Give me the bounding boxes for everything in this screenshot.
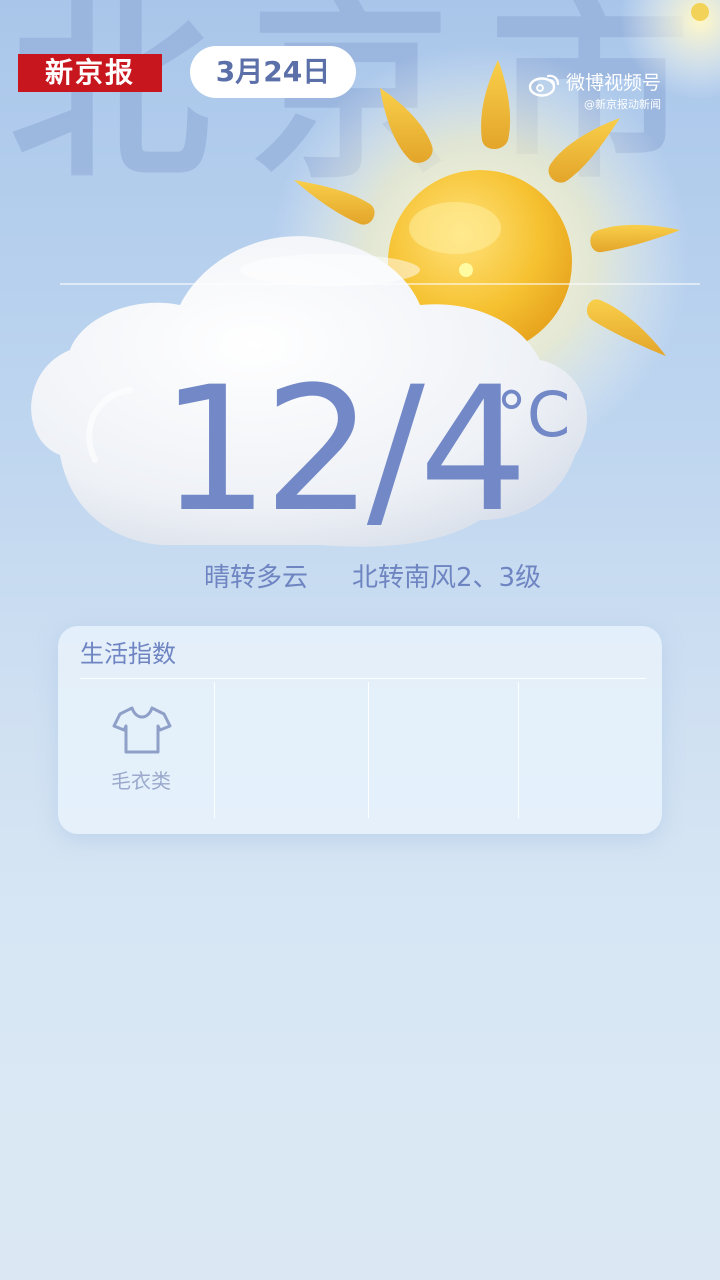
- card-divider: [80, 678, 646, 679]
- life-index-item-label: 毛衣类: [111, 769, 171, 793]
- weather-summary: 晴转多云 北转南风2、3级: [204, 560, 541, 596]
- xinjingbao-logo: 新京报: [18, 54, 162, 92]
- life-index-card: 生活指数 毛衣类: [58, 626, 662, 834]
- temperature-range: 12/4: [160, 349, 528, 550]
- weibo-account-name: @新京报动新闻: [584, 98, 661, 111]
- weibo-logo-icon: [528, 74, 560, 97]
- temperature-unit: °C: [496, 378, 571, 451]
- column-divider: [368, 682, 369, 818]
- weibo-watermark: 微博视频号 @新京报动新闻: [528, 70, 688, 116]
- weather-condition: 晴转多云: [204, 563, 309, 593]
- date-badge: 3月24日: [190, 46, 356, 98]
- column-divider: [518, 682, 519, 818]
- wind-info: 北转南风2、3级: [352, 563, 542, 593]
- weibo-platform-name: 微博视频号: [566, 72, 662, 94]
- column-divider: [214, 682, 215, 818]
- life-index-title: 生活指数: [80, 640, 176, 668]
- life-index-item[interactable]: 毛衣类: [58, 682, 224, 818]
- tshirt-icon: [112, 706, 172, 754]
